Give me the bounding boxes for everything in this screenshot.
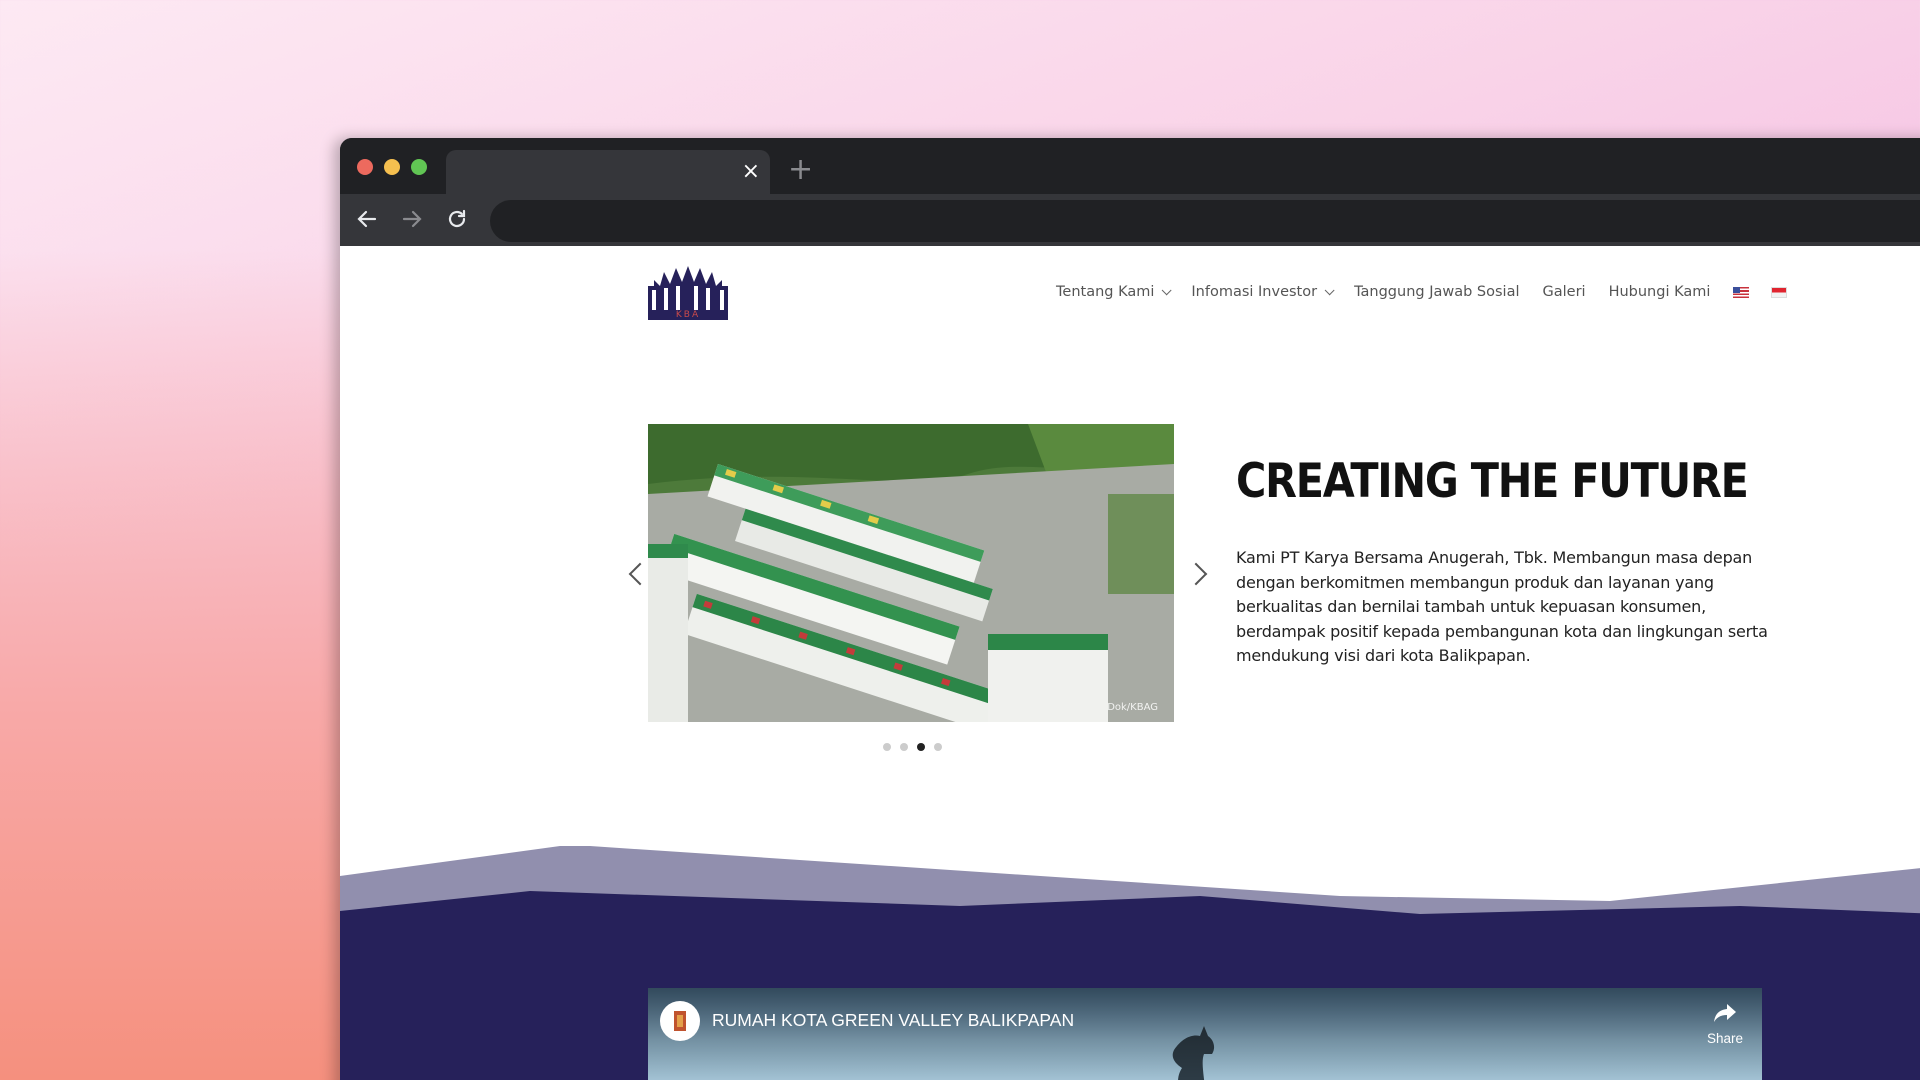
share-icon: [1714, 1004, 1736, 1022]
address-bar[interactable]: [490, 200, 1920, 242]
window-controls: [357, 159, 427, 175]
browser-tab[interactable]: ×: [446, 150, 770, 194]
web-page: KBA Tentang Kami Infomasi Investor Tangg…: [340, 246, 1920, 1080]
channel-avatar[interactable]: [660, 1001, 700, 1041]
reload-icon[interactable]: [442, 204, 472, 234]
embedded-video[interactable]: RUMAH KOTA GREEN VALLEY BALIKPAPAN Share: [648, 988, 1762, 1080]
logo-text: KBA: [676, 310, 700, 320]
back-arrow-icon[interactable]: [352, 204, 382, 234]
aerial-housing-photo: Dok/KBAG: [648, 424, 1174, 722]
photo-credit: Dok/KBAG: [1107, 702, 1158, 713]
forward-arrow-icon[interactable]: [397, 204, 427, 234]
nav-item-tentang-kami[interactable]: Tentang Kami: [1056, 284, 1172, 300]
slider-dot-3[interactable]: [917, 743, 925, 751]
nav-item-infomasi-investor[interactable]: Infomasi Investor: [1191, 284, 1335, 300]
us-flag-icon[interactable]: [1733, 286, 1750, 298]
browser-window: × + KBA Tentang Kami Infomasi Investor T…: [340, 138, 1920, 1080]
nav-item-label: Hubungi Kami: [1608, 284, 1711, 300]
tab-bar: × +: [340, 138, 1920, 194]
slider-dot-1[interactable]: [883, 743, 891, 751]
minimize-window-button[interactable]: [384, 159, 400, 175]
video-title[interactable]: RUMAH KOTA GREEN VALLEY BALIKPAPAN: [712, 1010, 1074, 1031]
main-navigation: Tentang Kami Infomasi Investor Tanggung …: [1056, 284, 1809, 300]
hero-title: CREATING THE FUTURE: [1236, 454, 1749, 509]
slider-dot-4[interactable]: [934, 743, 942, 751]
hero-description: Kami PT Karya Bersama Anugerah, Tbk. Mem…: [1236, 548, 1768, 666]
nav-item-label: Tentang Kami: [1056, 284, 1155, 300]
share-button[interactable]: Share: [1700, 1002, 1750, 1046]
nav-item-label: Tanggung Jawab Sosial: [1354, 284, 1520, 300]
slider-dot-2[interactable]: [900, 743, 908, 751]
slider-next-arrow-icon[interactable]: [1184, 562, 1208, 586]
nav-item-hubungi-kami[interactable]: Hubungi Kami: [1609, 284, 1711, 300]
browser-toolbar: [340, 194, 1920, 246]
nav-item-label: Galeri: [1542, 284, 1586, 300]
slider-pagination: [883, 743, 942, 751]
share-label: Share: [1706, 1031, 1744, 1046]
tab-close-icon[interactable]: ×: [742, 158, 760, 186]
kba-logo[interactable]: KBA: [648, 266, 728, 320]
indonesia-flag-icon[interactable]: [1771, 286, 1788, 298]
channel-logo-icon: [674, 1011, 686, 1031]
chevron-down-icon: [1324, 284, 1335, 295]
nav-item-label: Infomasi Investor: [1191, 284, 1318, 300]
nav-item-tanggung-jawab-sosial[interactable]: Tanggung Jawab Sosial: [1354, 284, 1519, 300]
chevron-down-icon: [1162, 284, 1172, 295]
nav-item-galeri[interactable]: Galeri: [1543, 284, 1586, 300]
video-overlay: [648, 988, 1762, 1080]
close-window-button[interactable]: [357, 159, 373, 175]
hero-slide-image: Dok/KBAG: [648, 424, 1174, 722]
maximize-window-button[interactable]: [411, 159, 427, 175]
new-tab-button[interactable]: +: [788, 152, 813, 187]
